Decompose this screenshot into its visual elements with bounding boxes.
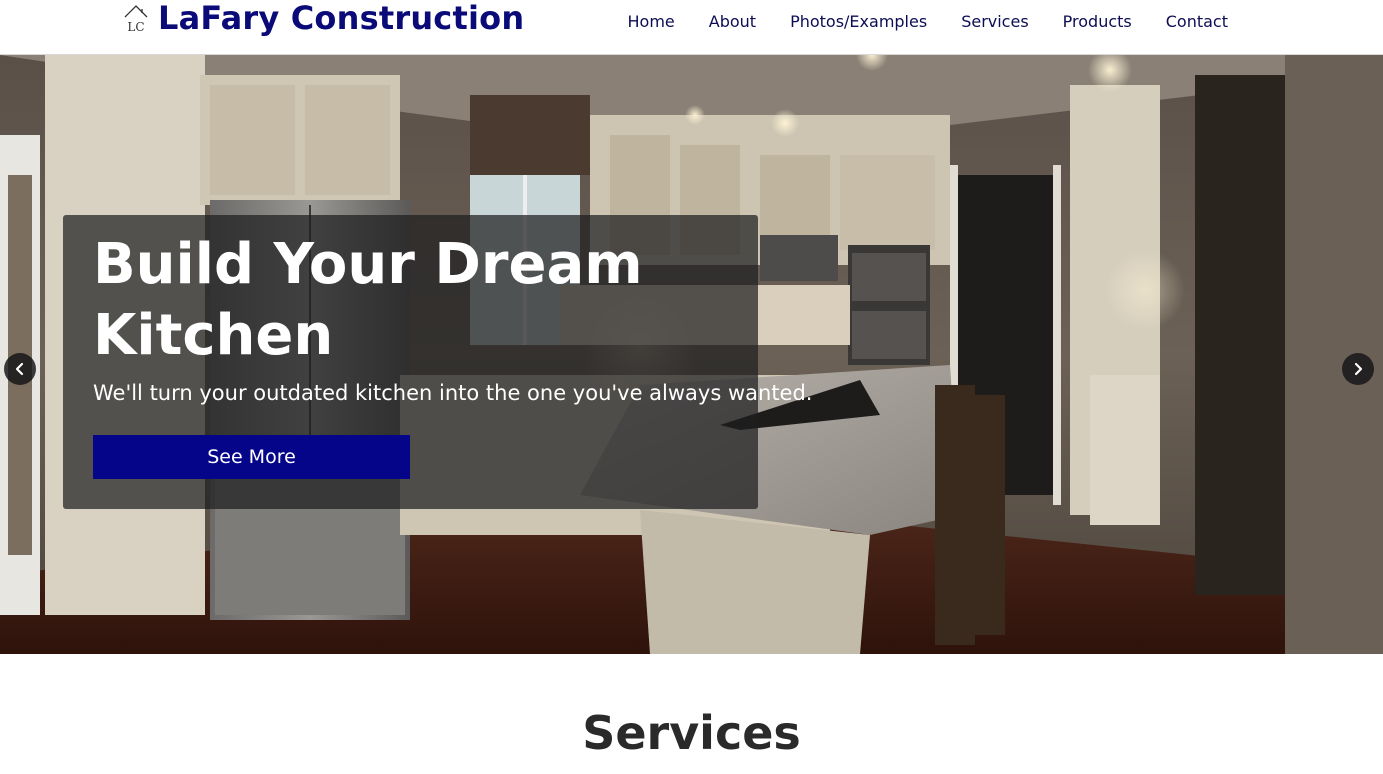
nav-about[interactable]: About: [709, 12, 756, 31]
hero-carousel: Build Your Dream Kitchen We'll turn your…: [0, 55, 1383, 654]
site-header: LC LaFary Construction Home About Photos…: [0, 0, 1383, 55]
svg-text:LC: LC: [127, 20, 144, 33]
nav-services[interactable]: Services: [961, 12, 1028, 31]
chevron-left-icon: [15, 362, 24, 376]
chevron-right-icon: [1354, 362, 1363, 376]
brand[interactable]: LC LaFary Construction: [123, 0, 524, 40]
services-heading: Services: [582, 706, 801, 760]
brand-name[interactable]: LaFary Construction: [158, 0, 524, 37]
main-nav: Home About Photos/Examples Services Prod…: [594, 12, 1229, 31]
see-more-button[interactable]: See More: [93, 435, 410, 479]
carousel-next-button[interactable]: [1342, 353, 1374, 385]
house-logo-icon: LC: [124, 5, 148, 33]
hero-title: Build Your Dream Kitchen: [93, 232, 643, 368]
hero-caption-panel: Build Your Dream Kitchen We'll turn your…: [63, 215, 813, 509]
nav-home[interactable]: Home: [628, 12, 675, 31]
carousel-prev-button[interactable]: [4, 353, 36, 385]
hero-subtitle: We'll turn your outdated kitchen into th…: [93, 381, 813, 405]
nav-products[interactable]: Products: [1063, 12, 1132, 31]
nav-contact[interactable]: Contact: [1166, 12, 1228, 31]
nav-photos-examples[interactable]: Photos/Examples: [790, 12, 927, 31]
